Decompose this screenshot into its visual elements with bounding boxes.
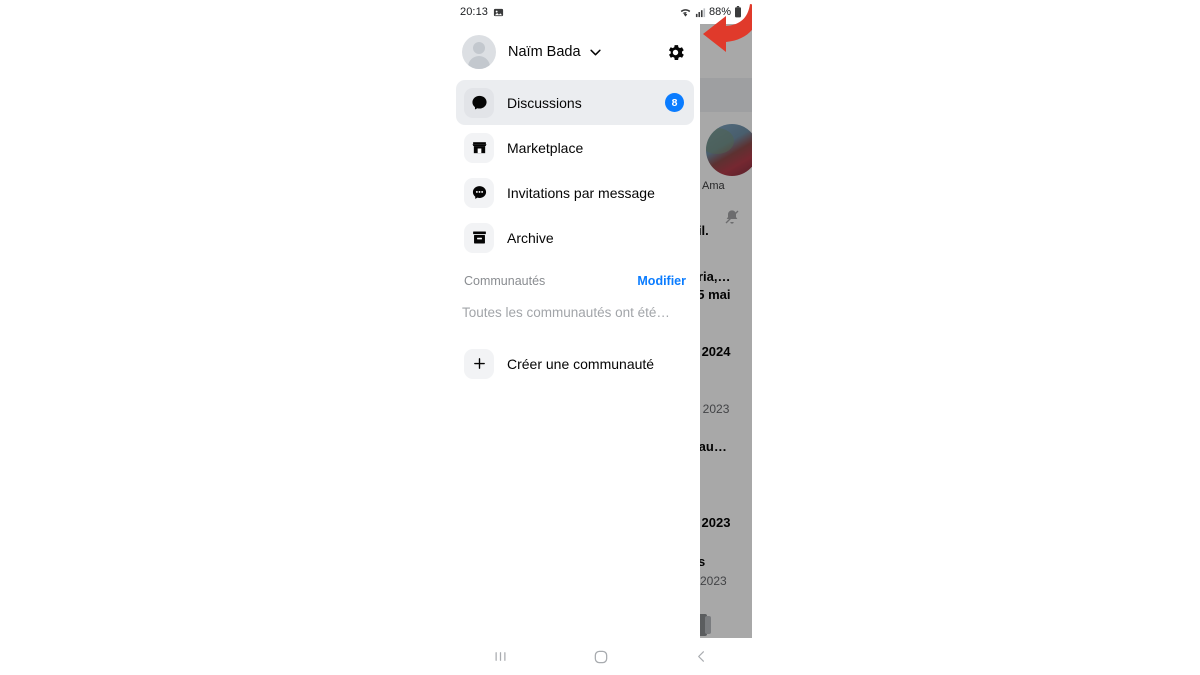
default-avatar-icon[interactable] [462, 35, 496, 69]
sidebar-item-message-requests[interactable]: Invitations par message [456, 170, 694, 215]
sidebar-item-archive[interactable]: Archive [456, 215, 694, 260]
battery-icon [734, 6, 742, 18]
gear-icon[interactable] [662, 39, 688, 65]
sidebar-item-label: Discussions [507, 94, 582, 111]
communities-actions: Créer une communauté [450, 341, 700, 386]
chat-bubble-icon [464, 87, 494, 118]
home-button[interactable] [579, 643, 623, 671]
sidebar-item-discussions[interactable]: Discussions 8 [456, 80, 694, 125]
message-request-icon [464, 177, 494, 208]
cellular-signal-icon [695, 7, 706, 18]
archive-box-icon [464, 222, 494, 253]
chevron-down-icon[interactable] [588, 45, 603, 60]
create-community-button[interactable]: Créer une communauté [456, 341, 694, 386]
recents-button[interactable] [478, 643, 522, 671]
status-bar: 20:13 88% [450, 0, 752, 24]
plus-icon [464, 348, 494, 379]
android-navigation-bar [450, 638, 752, 675]
wifi-icon [679, 7, 692, 18]
battery-percentage: 88% [708, 6, 731, 18]
sidebar-item-label: Archive [507, 229, 554, 246]
profile-name[interactable]: Naïm Bada [508, 44, 581, 60]
status-bar-clock: 20:13 [460, 6, 489, 18]
drawer-header: Naïm Bada [450, 26, 700, 78]
back-button[interactable] [680, 643, 724, 671]
sidebar-item-marketplace[interactable]: Marketplace [456, 125, 694, 170]
image-icon [493, 7, 504, 18]
communities-edit-link[interactable]: Modifier [637, 274, 686, 288]
communities-section-header: Communautés Modifier [450, 264, 700, 297]
storefront-icon [464, 132, 494, 163]
navigation-drawer: Naïm Bada Discussions 8 Marketplace Invi… [450, 24, 700, 638]
communities-empty-text: Toutes les communautés ont été… [462, 304, 670, 320]
phone-screen: Ama uil. oria,… 25 mai r. 2024 c. 2023 P… [450, 0, 752, 675]
sidebar-item-label: Invitations par message [507, 184, 655, 201]
unread-badge: 8 [665, 93, 684, 112]
communities-title: Communautés [464, 273, 546, 288]
screenshot-canvas: Ama uil. oria,… 25 mai r. 2024 c. 2023 P… [0, 0, 1200, 675]
drawer-nav-list: Discussions 8 Marketplace Invitations pa… [450, 80, 700, 260]
create-community-label: Créer une communauté [507, 355, 655, 372]
sidebar-item-label: Marketplace [507, 139, 584, 156]
